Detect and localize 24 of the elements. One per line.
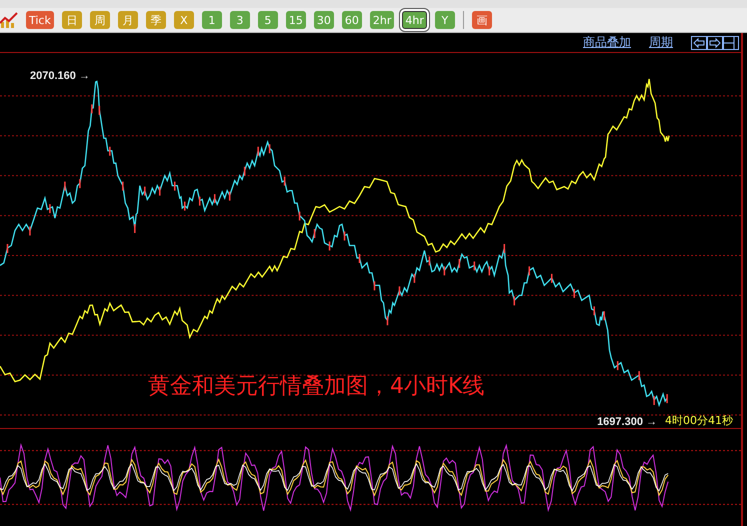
period-button[interactable]: 4hr bbox=[402, 11, 427, 29]
period-button[interactable]: 月 bbox=[118, 11, 138, 29]
period-button[interactable]: 日 bbox=[62, 11, 82, 29]
chart-icon[interactable] bbox=[0, 12, 18, 28]
period-button[interactable]: Tick bbox=[26, 11, 54, 29]
low-price-label: 1697.300 → bbox=[597, 416, 657, 428]
period-button[interactable]: 30 bbox=[314, 11, 334, 29]
navigation-arrows-icon[interactable] bbox=[691, 36, 739, 50]
period-button[interactable]: 3 bbox=[230, 11, 250, 29]
period-button[interactable]: 60 bbox=[342, 11, 362, 29]
period-button[interactable]: 2hr bbox=[370, 11, 394, 29]
countdown-timer: 4时00分41秒 bbox=[665, 413, 733, 428]
period-button[interactable]: 5 bbox=[258, 11, 278, 29]
header-link[interactable]: 周期 bbox=[649, 34, 673, 51]
header-link[interactable]: 商品叠加 bbox=[583, 34, 631, 51]
period-button[interactable]: 季 bbox=[146, 11, 166, 29]
period-button[interactable]: X bbox=[174, 11, 194, 29]
period-button[interactable]: 周 bbox=[90, 11, 110, 29]
period-button[interactable]: 1 bbox=[202, 11, 222, 29]
period-button[interactable]: 15 bbox=[286, 11, 306, 29]
chart-title: 黄金和美元行情叠加图，4小时K线 bbox=[148, 373, 484, 401]
period-button[interactable]: Y bbox=[434, 11, 455, 29]
period-button[interactable]: 画 bbox=[472, 11, 492, 29]
high-price-label: 2070.160 → bbox=[30, 70, 90, 82]
